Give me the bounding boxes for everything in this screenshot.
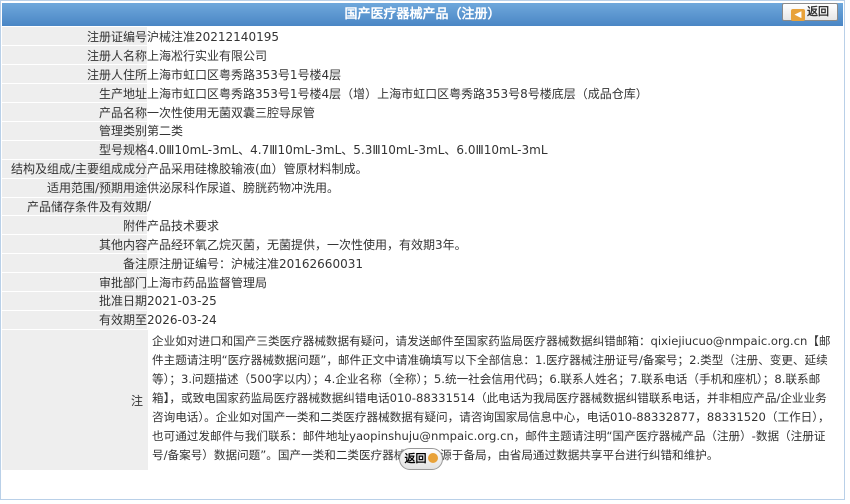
- field-value: 上海凇行实业有限公司: [147, 45, 843, 66]
- detail-row: 审批部门 上海市药品监督管理局: [2, 272, 843, 292]
- detail-row: 注册人住所 上海市虹口区粤秀路353号1号楼4层: [2, 64, 843, 85]
- field-label: 有效期至: [2, 310, 147, 330]
- field-label: 注册证编号: [2, 27, 147, 47]
- field-label: 注册人名称: [2, 45, 147, 66]
- field-value: 沪械注准20212140195: [147, 27, 843, 47]
- back-button-label: 返回: [404, 452, 427, 465]
- field-value: 一次性使用无菌双囊三腔导尿管: [147, 102, 843, 122]
- detail-row: 其他内容 产品经环氧乙烷灭菌，无菌提供，一次性使用，有效期3年。: [2, 234, 843, 255]
- back-button-label: 返回: [807, 5, 829, 18]
- back-arrow-icon: ◀: [791, 9, 805, 21]
- detail-row: 注册证编号 沪械注准20212140195: [2, 27, 843, 47]
- field-label: 适用范围/预期用途: [2, 178, 147, 198]
- field-label: 备注: [2, 253, 147, 274]
- detail-row: 产品储存条件及有效期 /: [2, 197, 843, 217]
- detail-row: 附件 产品技术要求: [2, 215, 843, 236]
- field-value: 4.0Ⅲ10mL-3mL、4.7Ⅲ10mL-3mL、5.3Ⅲ10mL-3mL、6…: [147, 140, 843, 160]
- field-label: 附件: [2, 215, 147, 236]
- field-label: 批准日期: [2, 291, 147, 311]
- back-button-top[interactable]: ◀ 返回: [782, 3, 838, 21]
- field-value: 上海市药品监督管理局: [147, 272, 843, 292]
- field-value: 第二类: [147, 121, 843, 141]
- back-circle-icon: [427, 453, 438, 463]
- detail-row: 批准日期 2021-03-25: [2, 291, 843, 311]
- field-label: 型号规格: [2, 140, 147, 160]
- field-label: 产品名称: [2, 102, 147, 122]
- detail-row: 结构及组成/主要组成成分 产品采用硅橡胶输液(血）管原材料制成。: [2, 159, 843, 179]
- detail-table: 注册证编号 沪械注准20212140195 注册人名称 上海凇行实业有限公司 注册人住所…: [2, 27, 843, 349]
- field-label: 审批部门: [2, 272, 147, 292]
- field-value: 2026-03-24: [147, 310, 843, 330]
- detail-panel: 国产医疗器械产品（注册） ◀ 返回 注册证编号 沪械注准20212140195 注册人…: [0, 0, 845, 500]
- back-button-bottom[interactable]: 返回: [399, 448, 443, 470]
- detail-row: 型号规格 4.0Ⅲ10mL-3mL、4.7Ⅲ10mL-3mL、5.3Ⅲ10mL-3…: [2, 140, 843, 160]
- field-value: 原注册证编号：沪械注准20162660031: [147, 253, 843, 274]
- field-label: 管理类别: [2, 121, 147, 141]
- notes-text: 企业如对进口和国产三类医疗器械数据有疑问，请发送邮件至国家药监局医疗器械数据纠错…: [148, 330, 843, 470]
- field-value: /: [147, 197, 843, 217]
- field-label: 结构及组成/主要组成成分: [2, 159, 147, 179]
- detail-row: 管理类别 第二类: [2, 121, 843, 141]
- detail-row: 备注 原注册证编号：沪械注准20162660031: [2, 253, 843, 274]
- page-title: 国产医疗器械产品（注册）: [2, 3, 843, 26]
- notes-label: 注: [130, 394, 143, 408]
- field-value: 产品采用硅橡胶输液(血）管原材料制成。: [147, 159, 843, 179]
- detail-row: 生产地址 上海市虹口区粤秀路353号1号楼4层（增）上海市虹口区粤秀路353号8号…: [2, 83, 843, 104]
- field-label: 注册人住所: [2, 64, 147, 85]
- detail-row: 有效期至 2026-03-24: [2, 310, 843, 330]
- field-value: 产品技术要求: [147, 215, 843, 236]
- field-value: 供泌尿科作尿道、膀胱药物冲洗用。: [147, 178, 843, 198]
- field-label: 产品储存条件及有效期: [2, 197, 147, 217]
- field-value: 产品经环氧乙烷灭菌，无菌提供，一次性使用，有效期3年。: [147, 234, 843, 255]
- detail-row: 注册人名称 上海凇行实业有限公司: [2, 45, 843, 66]
- field-label: 生产地址: [2, 83, 147, 104]
- detail-row: 产品名称 一次性使用无菌双囊三腔导尿管: [2, 102, 843, 122]
- field-value: 上海市虹口区粤秀路353号1号楼4层: [147, 64, 843, 85]
- field-value: 上海市虹口区粤秀路353号1号楼4层（增）上海市虹口区粤秀路353号8号楼底层（…: [147, 83, 843, 104]
- field-label: 其他内容: [2, 234, 147, 255]
- field-value: 2021-03-25: [147, 291, 843, 311]
- detail-row: 适用范围/预期用途 供泌尿科作尿道、膀胱药物冲洗用。: [2, 178, 843, 198]
